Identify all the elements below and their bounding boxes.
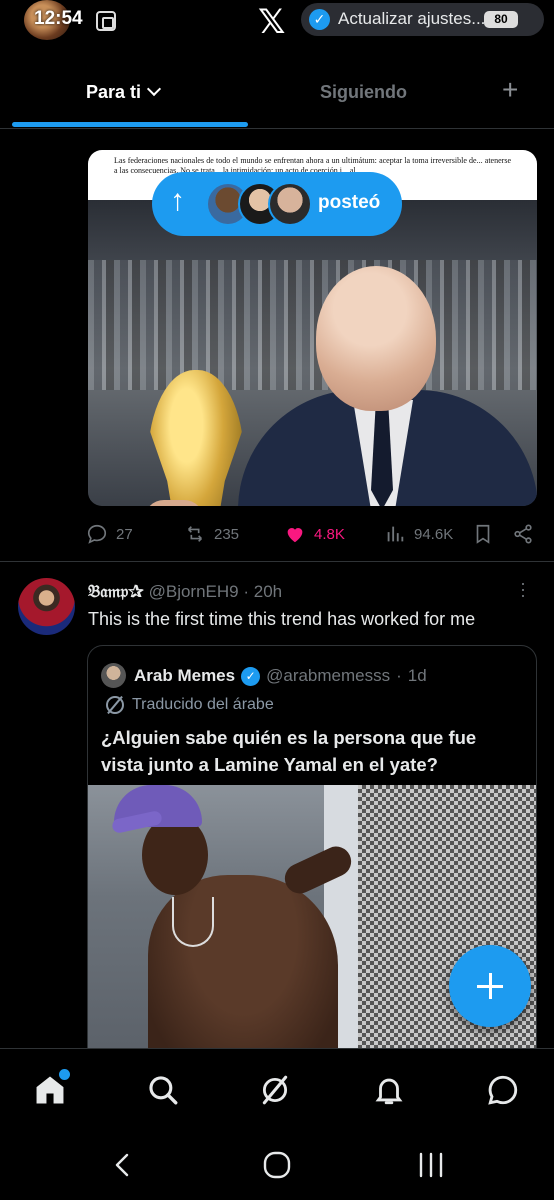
author-avatar[interactable] — [18, 578, 75, 635]
status-time: 12:54 — [34, 8, 83, 29]
system-recents-button[interactable] — [414, 1150, 448, 1180]
reply-icon — [87, 524, 107, 544]
active-tab-indicator — [12, 122, 248, 127]
heart-icon — [287, 528, 303, 543]
quoted-author-handle: @arabmemesss — [266, 666, 391, 685]
x-logo-icon: 𝕏 — [258, 2, 286, 42]
translation-notice[interactable]: Traducido del árabe — [106, 696, 274, 714]
system-back-button[interactable] — [106, 1150, 140, 1180]
nav-messages[interactable] — [486, 1073, 520, 1107]
crowd-background — [88, 260, 537, 390]
avatar — [268, 182, 312, 226]
translation-label: Traducido del árabe — [132, 696, 274, 713]
chain-necklace — [172, 897, 214, 947]
pixelated-region — [358, 785, 536, 1064]
arrow-up-icon: ↑ — [170, 184, 185, 217]
views-icon — [387, 526, 404, 542]
trophy — [148, 370, 244, 506]
bookmark-button[interactable] — [472, 523, 494, 545]
author-handle[interactable]: @BjornEH9 — [149, 582, 239, 601]
views-count: 94.6K — [414, 525, 454, 543]
posted-label: posteó — [318, 192, 381, 213]
translate-icon — [106, 696, 124, 714]
home-circle-icon — [263, 1151, 291, 1179]
author-name[interactable]: 𝔅𝔞𝔪𝔭✰ — [88, 582, 144, 602]
tab-following[interactable]: Siguiendo — [320, 82, 407, 103]
post-header: 𝔅𝔞𝔪𝔭✰ @BjornEH9 · 20h — [88, 582, 282, 602]
unread-dot — [59, 1069, 70, 1080]
check-icon: ✓ — [309, 9, 330, 30]
photo-background — [88, 200, 537, 506]
post-text: This is the first time this trend has wo… — [88, 609, 476, 629]
views-button[interactable]: 94.6K — [384, 523, 453, 545]
bell-icon — [375, 1078, 403, 1105]
quoted-author-avatar — [101, 663, 126, 688]
search-icon — [149, 1076, 178, 1105]
reply-count: 27 — [116, 525, 133, 543]
repost-icon — [187, 526, 203, 542]
system-home-button[interactable] — [260, 1150, 294, 1180]
more-options-icon[interactable]: · · · — [518, 574, 528, 604]
quoted-post-time: 1d — [407, 666, 427, 685]
divider — [0, 128, 554, 129]
nav-grok[interactable] — [258, 1073, 292, 1107]
quoted-post-header: Arab Memes ✓ @arabmemesss · 1d — [134, 666, 427, 686]
divider — [0, 561, 554, 562]
like-count: 4.8K — [314, 525, 345, 543]
post-actions: 27 235 4.8K 94.6K — [0, 520, 554, 550]
bookmark-icon — [476, 524, 490, 544]
back-icon — [115, 1153, 129, 1177]
chevron-down-icon — [146, 81, 162, 97]
share-button[interactable] — [512, 523, 534, 545]
tab-for-you-label: Para ti — [86, 82, 142, 102]
grok-icon — [262, 1075, 288, 1105]
reply-button[interactable]: 27 — [86, 523, 133, 545]
add-tab-icon[interactable]: + — [502, 74, 518, 106]
nav-search[interactable] — [146, 1073, 180, 1107]
messages-icon — [488, 1075, 518, 1105]
status-bar: 12:54 𝕏 ✓ Actualizar ajustes... 80 — [0, 0, 554, 44]
post-time: 20h — [253, 582, 283, 601]
recents-icon — [419, 1152, 443, 1178]
system-navigation — [0, 1132, 554, 1200]
tab-for-you[interactable]: Para ti — [86, 81, 162, 103]
quoted-author-name: Arab Memes — [134, 666, 236, 685]
person-head — [142, 815, 208, 895]
separator-dot: · — [243, 582, 250, 601]
verified-badge-icon: ✓ — [241, 666, 261, 686]
quoted-post-image[interactable] — [88, 785, 536, 1064]
like-button[interactable]: 4.8K — [284, 523, 345, 545]
nav-notifications[interactable] — [372, 1073, 406, 1107]
screenshot-icon — [96, 11, 116, 31]
new-posts-pill[interactable]: ↑ posteó — [152, 172, 402, 236]
person-head — [316, 266, 436, 411]
compose-button[interactable] — [449, 945, 531, 1027]
bottom-navigation — [0, 1048, 554, 1132]
separator-dot: · — [396, 666, 402, 685]
quoted-post-text: ¿Alguien sabe quién es la persona que fu… — [101, 727, 477, 775]
battery-indicator: 80 — [484, 11, 518, 28]
nav-home[interactable] — [33, 1069, 70, 1107]
share-icon — [514, 524, 532, 544]
repost-button[interactable]: 235 — [184, 523, 239, 545]
repost-count: 235 — [214, 525, 240, 543]
timeline-tabs: Para ti Siguiendo + — [0, 60, 554, 130]
